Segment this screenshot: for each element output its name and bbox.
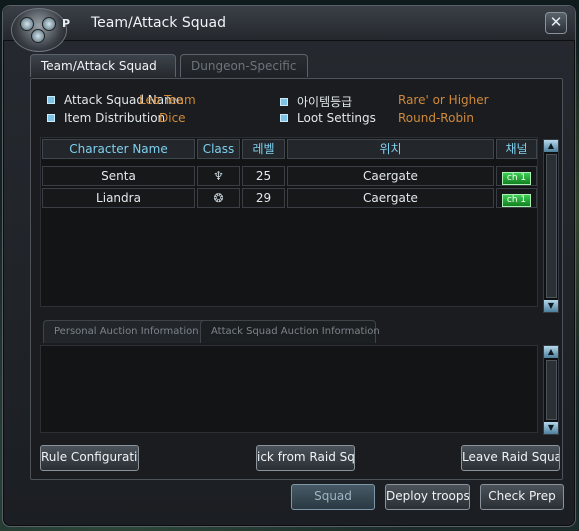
member-list [40,137,538,307]
emblem-letter: P [62,17,71,30]
team-attack-squad-window: Team/Attack Squad ✕ P Team/Attack Squad … [2,5,576,527]
member-channel: ch 1 [496,166,537,186]
item-grade-label: 아이템등급 [297,95,353,109]
bullet-icon [280,97,288,106]
item-grade-value: Rare' or Higher [398,93,489,107]
loot-settings-label: Loot Settings [297,111,376,125]
attack-squad-name-value: Leo Team [139,93,196,107]
member-location: Caergate [287,188,494,208]
scroll-up-icon[interactable]: ▲ [544,140,558,152]
member-name: Liandra [42,188,195,208]
kick-from-raid-button[interactable]: ick from Raid Squa [256,445,355,471]
member-level: 25 [242,166,285,186]
item-distribution-value: Dice [159,111,186,125]
tab-attack-squad-auction[interactable]: Attack Squad Auction Information [200,320,380,343]
item-distribution-row: Item Distribution Dice [47,111,277,125]
attack-squad-name-row: Attack Squad Name Leo Team [47,93,277,107]
deploy-troops-button[interactable]: Deploy troops [385,484,470,510]
bullet-icon [280,113,288,122]
close-button[interactable]: ✕ [545,12,567,34]
header-level[interactable]: 레벨 [242,139,285,159]
tab-team-attack-squad[interactable]: Team/Attack Squad [30,54,176,77]
scroll-down-icon[interactable]: ▼ [544,422,558,434]
member-location: Caergate [287,166,494,186]
member-name: Senta [42,166,195,186]
class-icon-b: ❂ [213,191,224,205]
title-bar[interactable]: Team/Attack Squad ✕ [3,6,575,41]
scroll-thumb[interactable] [546,360,557,420]
member-class: ♆ [197,166,240,186]
check-prep-button[interactable]: Check Prep [480,484,564,510]
scroll-up-icon[interactable]: ▲ [544,346,558,358]
item-grade-row: 아이템등급 Rare' or Higher [280,93,550,110]
close-icon: ✕ [549,13,563,31]
loot-settings-value: Round-Robin [398,111,474,125]
rule-configuration-button[interactable]: Rule Configuration [40,445,139,471]
class-icon-a: ♆ [213,169,224,183]
leave-raid-button[interactable]: Leave Raid Squad [461,445,560,471]
auction-scrollbar[interactable]: ▲ ▼ [543,345,559,435]
tab-personal-auction[interactable]: Personal Auction Information [43,320,209,343]
bullet-icon [47,113,55,122]
squad-emblem-icon: P [11,8,71,52]
channel-badge: ch 1 [501,172,532,185]
header-character-name[interactable]: Character Name [42,139,195,159]
member-scrollbar[interactable]: ▲ ▼ [543,139,559,313]
channel-badge: ch 1 [501,194,532,207]
member-level: 29 [242,188,285,208]
member-class: ❂ [197,188,240,208]
header-class[interactable]: Class [197,139,240,159]
squad-panel: Attack Squad Name Leo Team 아이템등급 Rare' o… [30,78,563,480]
squad-button[interactable]: Squad [291,484,375,510]
window-title: Team/Attack Squad [91,15,226,31]
scroll-thumb[interactable] [546,154,557,298]
member-channel: ch 1 [496,188,537,208]
auction-info-area [40,345,538,433]
header-channel[interactable]: 채널 [496,139,537,159]
scroll-down-icon[interactable]: ▼ [544,300,558,312]
item-distribution-label: Item Distribution [64,111,166,125]
header-location[interactable]: 위치 [287,139,494,159]
loot-settings-row: Loot Settings Round-Robin [280,111,550,125]
bullet-icon [47,95,55,104]
tab-dungeon-specific[interactable]: Dungeon-Specific [180,54,308,77]
